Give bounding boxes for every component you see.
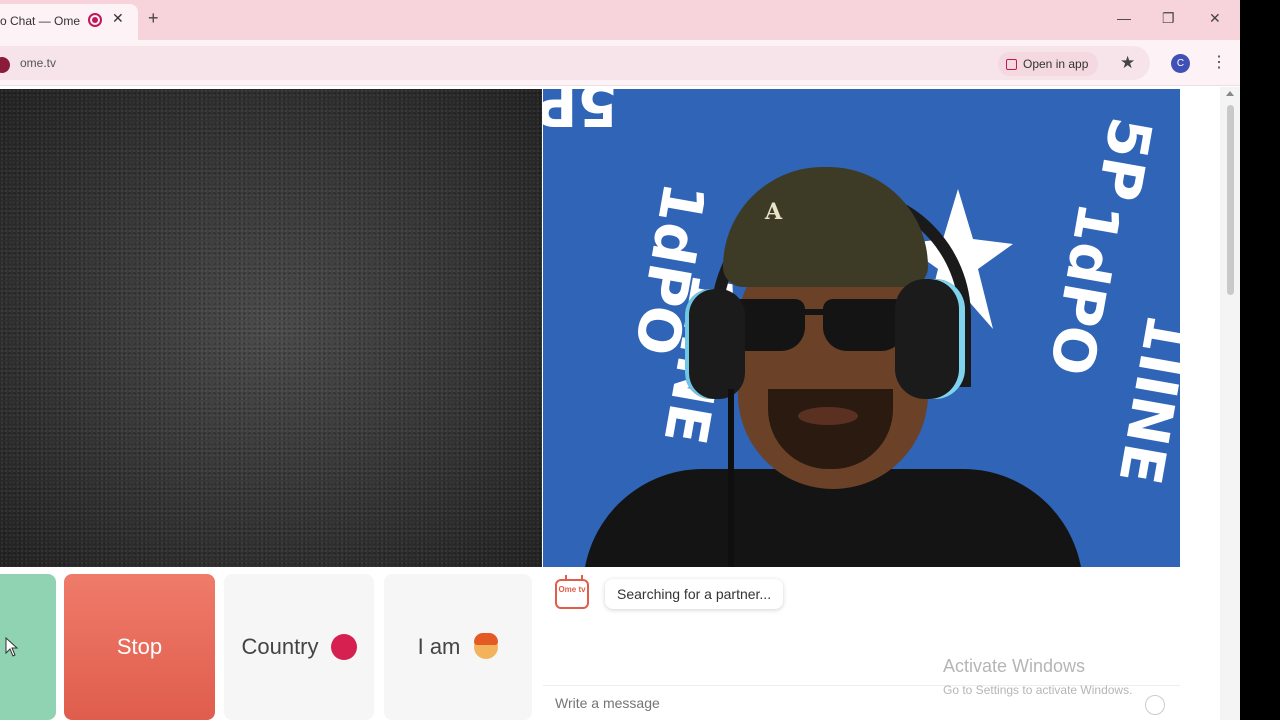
person-cap	[723, 167, 928, 287]
black-border	[1240, 0, 1280, 720]
new-tab-button[interactable]: +	[148, 9, 159, 27]
browser-menu-icon[interactable]: ⋮	[1211, 52, 1227, 72]
country-label: Country	[241, 634, 319, 659]
tab-ome[interactable]: o Chat — Ome ✕	[0, 4, 138, 40]
person-mouth	[798, 407, 858, 425]
headphone-cup-left	[685, 289, 745, 399]
open-in-app-label: Open in app	[1023, 57, 1089, 71]
profile-avatar[interactable]: C	[1171, 54, 1190, 73]
browser-window: o Chat — Ome ✕ + — ❐ ✕ ome.tv Open in ap…	[0, 0, 1240, 720]
flag-text-left-1: 5P	[543, 89, 618, 139]
tab-close-icon[interactable]: ✕	[112, 10, 124, 27]
minimize-button[interactable]: —	[1117, 10, 1131, 26]
ome-page: 5P 1dPO 1IINE 5P 1dPO 1IINE A	[0, 87, 1180, 720]
cap-logo: A	[765, 199, 783, 225]
mouse-cursor-icon	[5, 637, 19, 657]
stop-button[interactable]: Stop	[64, 574, 215, 720]
headphone-cup-right	[895, 279, 965, 399]
right-lens	[823, 299, 905, 351]
mic-wire	[728, 389, 734, 567]
flag-text-right-3: 1IINE	[1105, 308, 1180, 490]
chat-panel: Ome tv Searching for a partner...	[543, 567, 1180, 720]
activate-windows-title: Activate Windows	[943, 656, 1086, 676]
scroll-up-arrow-icon[interactable]	[1226, 91, 1234, 96]
emoji-icon[interactable]	[1145, 695, 1165, 715]
stop-label: Stop	[116, 634, 163, 659]
sunglasses	[723, 299, 905, 351]
recording-icon	[88, 13, 102, 27]
flag-text-right-2: 1dPO	[1036, 197, 1134, 381]
bookmark-star-icon[interactable]: ★	[1120, 53, 1135, 73]
open-in-app-button[interactable]: Open in app	[998, 52, 1099, 76]
chat-controls: Stop Country I am	[0, 574, 542, 720]
flag-text-right-1: 5P	[1083, 112, 1166, 206]
scroll-thumb[interactable]	[1227, 105, 1234, 295]
self-camera-video: 5P 1dPO 1IINE 5P 1dPO 1IINE A	[543, 89, 1180, 567]
country-flag-icon	[330, 634, 357, 660]
browser-toolbar: ome.tv Open in app ★	[0, 40, 1240, 86]
ome-tv-logo-icon: Ome tv	[555, 579, 589, 609]
activate-windows-subtitle: Go to Settings to activate Windows.	[943, 683, 1133, 697]
gender-button[interactable]: I am	[384, 574, 532, 720]
address-bar[interactable]	[0, 46, 1150, 80]
page-scrollbar[interactable]	[1220, 87, 1240, 720]
tab-strip: o Chat — Ome ✕ + — ❐ ✕	[0, 0, 1240, 40]
boy-face-icon	[474, 633, 499, 659]
status-message: Searching for a partner...	[605, 579, 784, 609]
start-button[interactable]	[0, 574, 56, 720]
iam-label: I am	[417, 634, 461, 659]
country-button[interactable]: Country	[224, 574, 374, 720]
tab-title: o Chat — Ome	[0, 14, 81, 28]
stranger-video-static	[0, 89, 542, 567]
url-text[interactable]: ome.tv	[20, 56, 56, 70]
close-window-button[interactable]: ✕	[1209, 10, 1221, 27]
app-window-icon	[1006, 58, 1017, 70]
restore-button[interactable]: ❐	[1162, 10, 1175, 27]
